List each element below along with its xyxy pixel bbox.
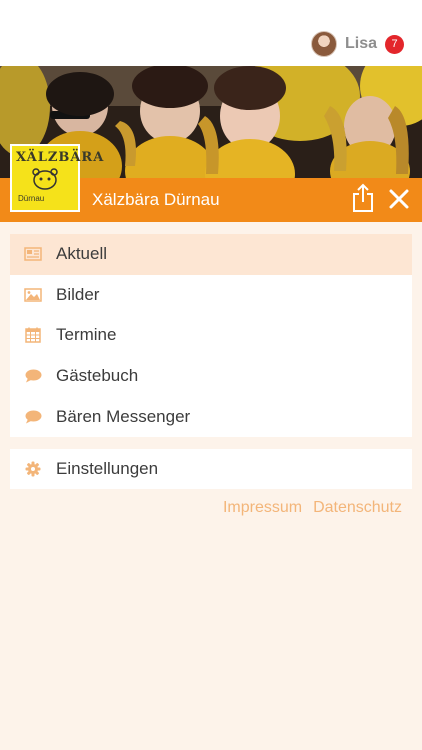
menu-label: Einstellungen xyxy=(56,459,159,478)
menu-item-termine[interactable]: Termine xyxy=(10,315,412,356)
footer-links: Impressum Datenschutz xyxy=(223,499,402,517)
datenschutz-link[interactable]: Datenschutz xyxy=(313,499,402,517)
user-menu[interactable]: Lisa 7 xyxy=(310,29,404,59)
menu-item-baeren-messenger[interactable]: Bären Messenger xyxy=(10,396,412,437)
logo-text: XÄLZBÄRA xyxy=(16,150,105,165)
navigation-menu: Aktuell Bilder Termine Gästebuch Bären M… xyxy=(10,234,412,437)
share-icon xyxy=(353,183,373,212)
close-icon xyxy=(389,189,409,209)
newspaper-icon xyxy=(24,245,42,263)
calendar-icon xyxy=(24,326,42,344)
menu-label: Bilder xyxy=(56,284,100,304)
settings-menu: Einstellungen xyxy=(10,449,412,489)
notification-badge[interactable]: 7 xyxy=(385,34,404,54)
gear-icon xyxy=(24,460,42,478)
menu-label: Gästebuch xyxy=(56,366,139,386)
logo-subtitle: Dürnau xyxy=(18,194,45,203)
menu-item-einstellungen[interactable]: Einstellungen xyxy=(10,449,412,489)
avatar[interactable] xyxy=(310,31,337,57)
share-button[interactable] xyxy=(350,183,376,213)
close-button[interactable] xyxy=(388,188,410,210)
user-name[interactable]: Lisa xyxy=(345,35,377,53)
bear-icon xyxy=(32,168,58,190)
speech-bubble-icon xyxy=(24,367,42,385)
menu-item-gaestebuch[interactable]: Gästebuch xyxy=(10,356,412,397)
club-title: Xälzbära Dürnau xyxy=(92,190,220,209)
menu-label: Aktuell xyxy=(56,244,108,264)
menu-label: Termine xyxy=(56,325,117,345)
speech-bubble-icon xyxy=(24,408,42,426)
menu-label: Bären Messenger xyxy=(56,406,191,426)
top-bar: Lisa 7 xyxy=(0,0,422,66)
club-logo: XÄLZBÄRA Dürnau xyxy=(10,144,103,212)
menu-item-bilder[interactable]: Bilder xyxy=(10,275,412,316)
image-icon xyxy=(24,286,42,304)
menu-item-aktuell[interactable]: Aktuell xyxy=(10,234,412,275)
impressum-link[interactable]: Impressum xyxy=(223,499,302,517)
